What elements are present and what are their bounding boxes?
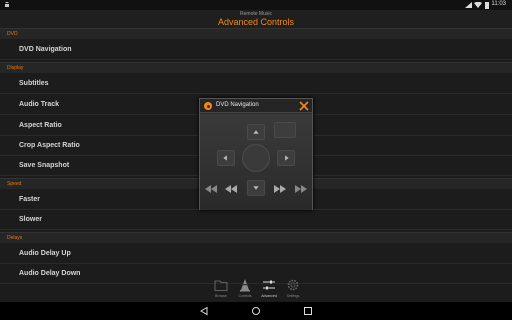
title-bar: Remote Music Advanced Controls <box>0 10 512 28</box>
next-chapter-icon[interactable] <box>293 183 309 195</box>
tab-label: Controls <box>238 294 252 298</box>
status-bar: 11:03 <box>0 0 512 10</box>
section-label: Speed <box>7 181 22 187</box>
list-item-label: Save Snapshot <box>19 162 70 169</box>
arrow-left-icon <box>223 155 227 161</box>
close-icon[interactable] <box>298 100 310 112</box>
nav-down-button[interactable] <box>247 180 265 196</box>
vlc-logo-icon <box>204 102 212 110</box>
fast-forward-icon[interactable] <box>273 183 287 195</box>
dvd-control-pad <box>200 114 312 210</box>
dialog-header: DVD Navigation <box>200 99 312 113</box>
section-label: Delays <box>7 235 23 241</box>
nav-left-button[interactable] <box>217 150 235 166</box>
back-icon[interactable] <box>199 306 209 316</box>
arrow-right-icon <box>285 155 289 161</box>
notification-icon <box>5 2 9 7</box>
status-time: 11:03 <box>491 1 506 7</box>
previous-chapter-icon[interactable] <box>203 183 219 195</box>
tab-browse[interactable]: Browse <box>209 276 233 302</box>
signal-icon <box>465 2 472 8</box>
list-item-label: Faster <box>19 196 41 203</box>
list-item-label: Slower <box>19 216 42 223</box>
home-icon[interactable] <box>251 306 261 316</box>
section-label: DVD <box>7 31 18 37</box>
list-item-slower[interactable]: Slower <box>0 210 512 230</box>
list-item-audio-delay-up[interactable]: Audio Delay Up <box>0 244 512 264</box>
vlc-cone-icon <box>240 279 250 292</box>
wifi-icon <box>474 2 482 8</box>
list-item-label: Audio Delay Up <box>19 250 71 257</box>
list-item-label: Crop Aspect Ratio <box>19 142 80 149</box>
tab-controls[interactable]: Controls <box>233 276 257 302</box>
list-item-label: Audio Track <box>19 101 60 108</box>
tab-settings[interactable]: Settings <box>281 276 305 302</box>
tab-label: Advanced <box>261 294 277 298</box>
gear-icon <box>287 279 299 291</box>
dvd-navigation-dialog: DVD Navigation <box>199 98 313 210</box>
section-label: Display <box>7 65 24 71</box>
folder-icon <box>214 280 228 291</box>
recents-icon[interactable] <box>303 306 313 316</box>
nav-up-button[interactable] <box>247 124 265 140</box>
dvd-menu-button[interactable] <box>274 122 296 138</box>
rewind-icon[interactable] <box>224 183 238 195</box>
tab-label: Settings <box>286 294 300 298</box>
tab-label: Browse <box>215 294 227 298</box>
battery-icon <box>485 1 489 9</box>
sliders-icon <box>263 280 275 290</box>
arrow-down-icon <box>253 186 259 190</box>
nav-select-button[interactable] <box>242 144 270 172</box>
list-item-label: Subtitles <box>19 80 49 87</box>
system-navigation-bar <box>0 302 512 320</box>
list-item-label: Aspect Ratio <box>19 122 62 129</box>
nav-right-button[interactable] <box>277 150 295 166</box>
section-header-display: Display <box>0 62 512 73</box>
list-item-dvd-navigation[interactable]: DVD Navigation <box>0 40 512 60</box>
page-title: Advanced Controls <box>217 17 295 27</box>
list-item-label: DVD Navigation <box>19 46 72 53</box>
arrow-up-icon <box>253 130 259 134</box>
bottom-tab-bar: Browse Controls Advanced Settings <box>0 276 512 302</box>
list-item-subtitles[interactable]: Subtitles <box>0 74 512 94</box>
section-header-delays: Delays <box>0 232 512 243</box>
tab-advanced[interactable]: Advanced <box>257 276 281 302</box>
dialog-title: DVD Navigation <box>216 102 259 108</box>
section-header-dvd: DVD <box>0 28 512 39</box>
